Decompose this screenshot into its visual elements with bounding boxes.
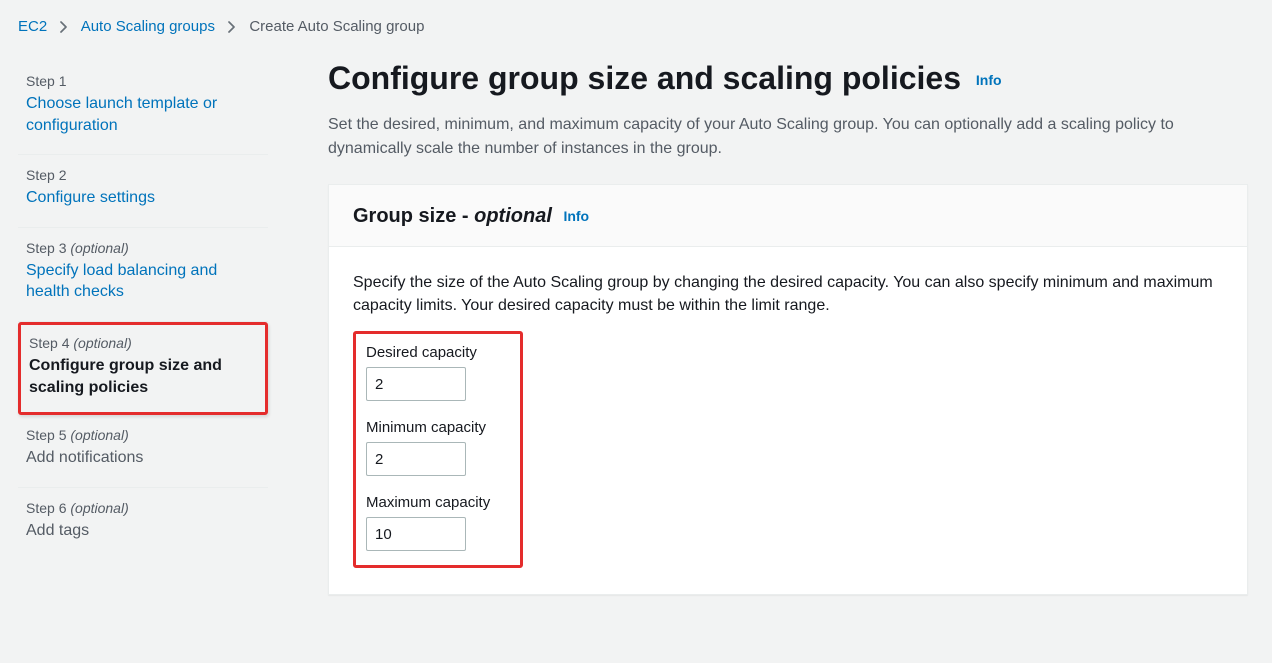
step-title[interactable]: Choose launch template or configuration	[26, 95, 217, 134]
step-number: Step 1	[26, 73, 260, 89]
wizard-step-6: Step 6 (optional) Add tags	[18, 488, 268, 560]
minimum-capacity-field: Minimum capacity	[366, 419, 508, 476]
breadcrumb-current: Create Auto Scaling group	[249, 18, 424, 35]
panel-description: Specify the size of the Auto Scaling gro…	[353, 271, 1223, 317]
wizard-step-3[interactable]: Step 3 (optional) Specify load balancing…	[18, 228, 268, 322]
step-title: Add notifications	[26, 447, 260, 469]
wizard-step-1[interactable]: Step 1 Choose launch template or configu…	[18, 61, 268, 155]
panel-header: Group size - optional Info	[329, 185, 1247, 247]
chevron-right-icon	[227, 20, 237, 37]
capacity-fields: Desired capacity Minimum capacity Maximu…	[353, 331, 523, 568]
desired-capacity-input[interactable]	[366, 367, 466, 401]
step-number: Step 6 (optional)	[26, 500, 260, 516]
group-size-panel: Group size - optional Info Specify the s…	[328, 184, 1248, 595]
field-label: Desired capacity	[366, 344, 508, 361]
step-title[interactable]: Specify load balancing and health checks	[26, 262, 217, 301]
wizard-step-4[interactable]: Step 4 (optional) Configure group size a…	[18, 322, 268, 415]
step-number: Step 3 (optional)	[26, 240, 260, 256]
step-number: Step 5 (optional)	[26, 427, 260, 443]
step-title: Add tags	[26, 520, 260, 542]
step-number: Step 2	[26, 167, 260, 183]
minimum-capacity-input[interactable]	[366, 442, 466, 476]
page-description: Set the desired, minimum, and maximum ca…	[328, 113, 1248, 159]
step-number: Step 4 (optional)	[29, 335, 257, 351]
page-title: Configure group size and scaling policie…	[328, 59, 1248, 97]
breadcrumb-link-ec2[interactable]: EC2	[18, 18, 47, 35]
breadcrumb: EC2 Auto Scaling groups Create Auto Scal…	[18, 14, 1254, 55]
field-label: Minimum capacity	[366, 419, 508, 436]
step-title: Configure group size and scaling policie…	[29, 355, 257, 398]
desired-capacity-field: Desired capacity	[366, 344, 508, 401]
wizard-step-5: Step 5 (optional) Add notifications	[18, 415, 268, 488]
breadcrumb-link-asg[interactable]: Auto Scaling groups	[81, 18, 215, 35]
wizard-steps-sidebar: Step 1 Choose launch template or configu…	[18, 55, 268, 595]
wizard-step-2[interactable]: Step 2 Configure settings	[18, 155, 268, 228]
info-link[interactable]: Info	[976, 72, 1002, 88]
maximum-capacity-input[interactable]	[366, 517, 466, 551]
main-content: Configure group size and scaling policie…	[328, 55, 1248, 595]
field-label: Maximum capacity	[366, 494, 508, 511]
maximum-capacity-field: Maximum capacity	[366, 494, 508, 551]
step-title[interactable]: Configure settings	[26, 189, 155, 206]
info-link[interactable]: Info	[563, 208, 589, 224]
chevron-right-icon	[59, 20, 69, 37]
panel-title: Group size - optional	[353, 205, 557, 227]
